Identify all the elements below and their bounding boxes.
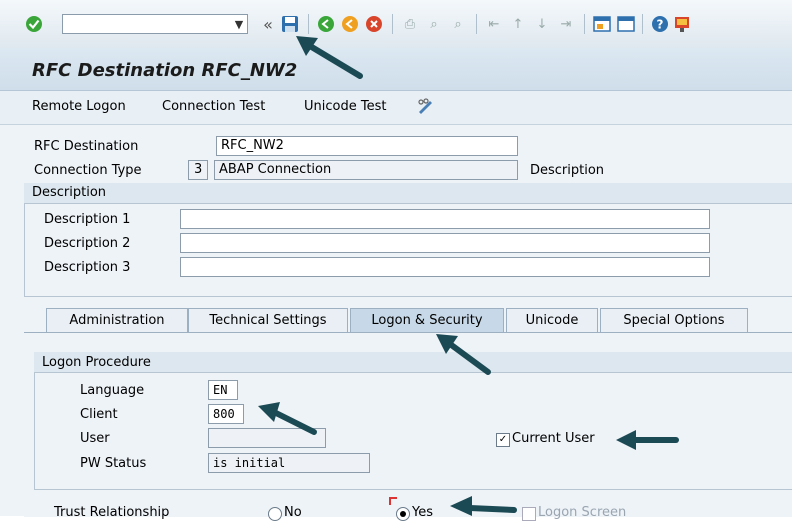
description-3-label: Description 3: [44, 260, 131, 275]
new-session-icon[interactable]: [592, 14, 612, 34]
client-field[interactable]: 800: [208, 404, 244, 424]
tab-administration[interactable]: Administration: [46, 308, 188, 332]
rfc-destination-field[interactable]: RFC_NW2: [216, 136, 518, 156]
trust-no-radio[interactable]: [268, 507, 282, 521]
current-user-label: Current User: [512, 431, 595, 446]
chevron-down-icon[interactable]: ▼: [230, 14, 248, 34]
client-label: Client: [80, 407, 118, 422]
connection-test-button[interactable]: Connection Test: [162, 99, 265, 114]
description-group-title: Description: [32, 185, 107, 200]
unicode-test-button[interactable]: Unicode Test: [304, 99, 386, 114]
pw-status-label: PW Status: [80, 456, 147, 471]
trust-relationship-label: Trust Relationship: [54, 505, 170, 520]
annotation-arrow-trust-yes: [450, 496, 517, 516]
display-change-icon[interactable]: [416, 97, 436, 117]
prev-page-icon[interactable]: ↑: [508, 14, 528, 34]
description-3-field[interactable]: [180, 257, 710, 277]
annotation-arrow-save: [296, 36, 363, 79]
logon-screen-checkbox[interactable]: [522, 507, 536, 521]
find-next-icon[interactable]: ⌕: [448, 14, 468, 34]
shortcut-icon[interactable]: [616, 14, 636, 34]
required-marker-icon: [389, 497, 397, 505]
connection-type-field: ABAP Connection: [214, 160, 518, 180]
tab-unicode[interactable]: Unicode: [506, 308, 598, 332]
connection-type-code[interactable]: 3: [188, 160, 208, 180]
trust-no-label: No: [284, 505, 302, 520]
collapse-icon[interactable]: «: [258, 14, 278, 34]
tab-technical-settings[interactable]: Technical Settings: [188, 308, 348, 332]
description-2-label: Description 2: [44, 236, 131, 251]
description-group-header: [24, 183, 792, 204]
cancel-icon[interactable]: [364, 14, 384, 34]
logon-procedure-title: Logon Procedure: [42, 355, 151, 370]
last-page-icon[interactable]: ⇥: [556, 14, 576, 34]
annotation-arrow-client: [258, 402, 317, 435]
layout-icon[interactable]: [672, 14, 692, 34]
separator: [642, 14, 643, 34]
rfc-destination-label: RFC Destination: [34, 139, 139, 154]
tab-special-options[interactable]: Special Options: [600, 308, 748, 332]
user-label: User: [80, 431, 110, 446]
language-field[interactable]: EN: [208, 380, 238, 400]
page-title: RFC Destination RFC_NW2: [32, 60, 298, 81]
annotation-arrow-current-user: [616, 430, 679, 450]
separator: [584, 14, 585, 34]
next-page-icon[interactable]: ↓: [532, 14, 552, 34]
print-icon[interactable]: ⎙: [400, 14, 420, 34]
help-icon[interactable]: ?: [650, 14, 670, 34]
pw-status-field: is initial: [208, 453, 370, 473]
language-label: Language: [80, 383, 145, 398]
trust-yes-radio[interactable]: [396, 507, 410, 521]
separator: [392, 14, 393, 34]
logon-screen-label: Logon Screen: [538, 505, 627, 520]
description-1-field[interactable]: [180, 209, 710, 229]
separator: [476, 14, 477, 34]
annotation-arrow-tab: [436, 334, 491, 375]
remote-logon-button[interactable]: Remote Logon: [32, 99, 126, 114]
trust-yes-label: Yes: [412, 505, 433, 520]
find-icon[interactable]: ⌕: [424, 14, 444, 34]
command-field[interactable]: [62, 14, 248, 34]
current-user-checkbox[interactable]: ✓: [496, 433, 510, 447]
description-label: Description: [530, 163, 605, 178]
check-icon[interactable]: [24, 14, 44, 34]
connection-type-label: Connection Type: [34, 163, 142, 178]
svg-text:?: ?: [657, 18, 664, 32]
first-page-icon[interactable]: ⇤: [484, 14, 504, 34]
description-1-label: Description 1: [44, 212, 131, 227]
description-2-field[interactable]: [180, 233, 710, 253]
